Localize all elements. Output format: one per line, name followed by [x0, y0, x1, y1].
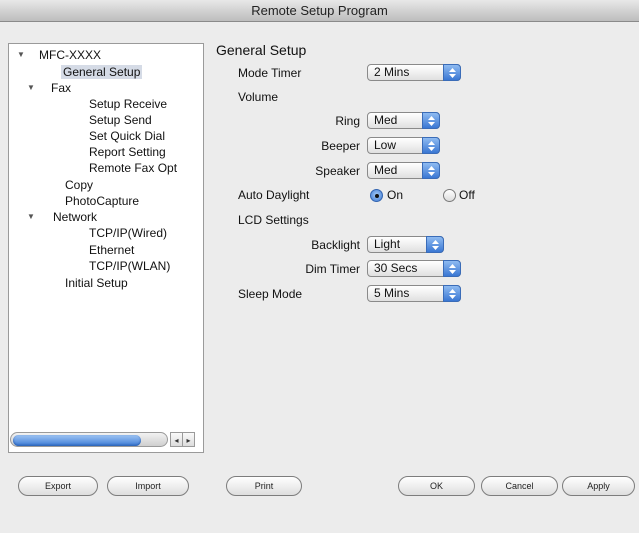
speaker-volume-select[interactable]: Med	[367, 162, 440, 179]
volume-label: Volume	[238, 90, 279, 104]
tree-item-set-quick-dial[interactable]: Set Quick Dial	[89, 129, 165, 143]
ring-label: Ring	[335, 114, 360, 128]
tree-item-remote-fax-opt[interactable]: Remote Fax Opt	[89, 161, 177, 175]
auto-daylight-on-label[interactable]: On	[387, 187, 403, 203]
mode-timer-select[interactable]: 2 Mins	[367, 64, 461, 81]
scrollbar-thumb[interactable]	[13, 435, 141, 446]
mode-timer-value: 2 Mins	[374, 65, 410, 79]
tree-item-tcpip-wlan[interactable]: TCP/IP(WLAN)	[89, 259, 170, 273]
ok-button[interactable]: OK	[398, 476, 475, 496]
speaker-volume-value: Med	[374, 163, 398, 177]
lcd-settings-label: LCD Settings	[238, 213, 309, 227]
apply-button[interactable]: Apply	[562, 476, 635, 496]
popup-arrows-icon	[422, 162, 440, 179]
beeper-volume-value: Low	[374, 138, 397, 152]
tree-item-copy[interactable]: Copy	[65, 178, 93, 192]
beeper-volume-select[interactable]: Low	[367, 137, 440, 154]
popup-arrows-icon	[443, 260, 461, 277]
dim-timer-select[interactable]: 30 Secs	[367, 260, 461, 277]
disclosure-triangle-icon[interactable]: ▼	[27, 81, 35, 95]
mode-timer-label: Mode Timer	[238, 66, 302, 80]
dim-timer-label: Dim Timer	[305, 262, 360, 276]
popup-arrows-icon	[443, 64, 461, 81]
scroll-right-icon[interactable]: ▸	[182, 432, 195, 447]
disclosure-triangle-icon[interactable]: ▼	[17, 48, 25, 62]
scrollbar-track[interactable]	[10, 432, 168, 447]
tree-horizontal-scrollbar[interactable]: ◂ ▸	[10, 432, 195, 447]
tree-item-fax[interactable]: Fax	[51, 81, 71, 95]
sleep-mode-select[interactable]: 5 Mins	[367, 285, 461, 302]
speaker-label: Speaker	[315, 164, 360, 178]
settings-tree: ▼ MFC-XXXX General Setup ▼ Fax Setup Rec…	[8, 43, 204, 453]
backlight-select[interactable]: Light	[367, 236, 444, 253]
beeper-label: Beeper	[321, 139, 360, 153]
popup-arrows-icon	[426, 236, 444, 253]
tree-item-general-setup[interactable]: General Setup	[61, 65, 143, 79]
tree-item-ethernet[interactable]: Ethernet	[89, 243, 134, 257]
auto-daylight-off-label[interactable]: Off	[459, 187, 475, 203]
auto-daylight-off-radio[interactable]	[443, 189, 456, 202]
disclosure-triangle-icon[interactable]: ▼	[27, 210, 35, 224]
ring-volume-value: Med	[374, 113, 398, 127]
panel-title: General Setup	[216, 42, 307, 58]
popup-arrows-icon	[422, 137, 440, 154]
export-button[interactable]: Export	[18, 476, 98, 496]
tree-item-setup-receive[interactable]: Setup Receive	[89, 97, 167, 111]
tree-item-initial-setup[interactable]: Initial Setup	[65, 276, 128, 290]
popup-arrows-icon	[422, 112, 440, 129]
tree-item-tcpip-wired[interactable]: TCP/IP(Wired)	[89, 226, 167, 240]
backlight-label: Backlight	[311, 238, 360, 252]
tree-item-network[interactable]: Network	[53, 210, 97, 224]
cancel-button[interactable]: Cancel	[481, 476, 558, 496]
tree-item-setup-send[interactable]: Setup Send	[89, 113, 152, 127]
import-button[interactable]: Import	[107, 476, 189, 496]
ring-volume-select[interactable]: Med	[367, 112, 440, 129]
sleep-mode-value: 5 Mins	[374, 286, 410, 300]
auto-daylight-label: Auto Daylight	[238, 188, 310, 202]
auto-daylight-on-radio[interactable]	[370, 189, 383, 202]
sleep-mode-label: Sleep Mode	[238, 287, 303, 301]
window-title: Remote Setup Program	[0, 0, 639, 22]
tree-item-device[interactable]: MFC-XXXX	[39, 48, 101, 62]
tree-item-report-setting[interactable]: Report Setting	[89, 145, 166, 159]
popup-arrows-icon	[443, 285, 461, 302]
print-button[interactable]: Print	[226, 476, 302, 496]
dim-timer-value: 30 Secs	[374, 261, 418, 275]
tree-item-photocapture[interactable]: PhotoCapture	[65, 194, 139, 208]
backlight-value: Light	[374, 237, 401, 251]
